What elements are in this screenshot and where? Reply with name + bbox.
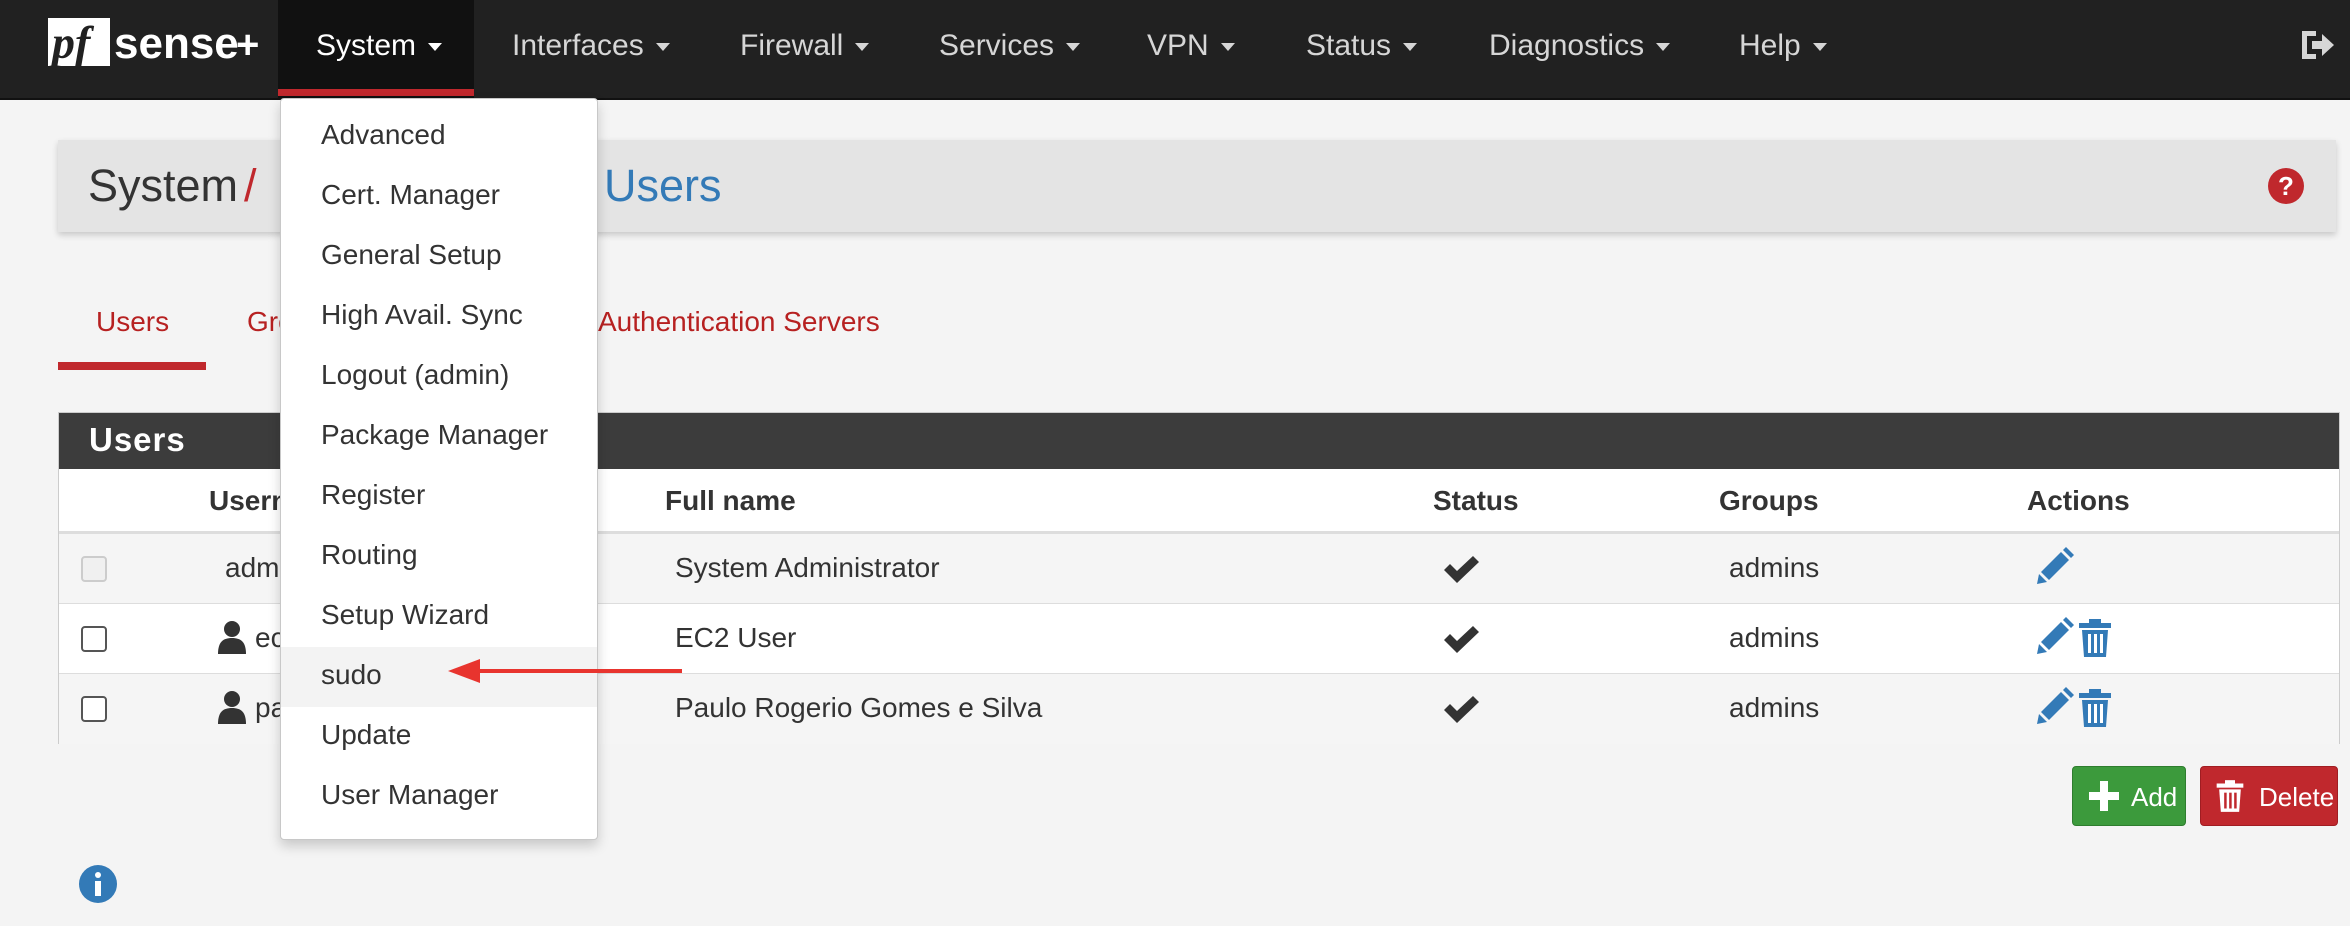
column-header-username[interactable]: Usern — [209, 485, 288, 517]
menu-item-label: Setup Wizard — [321, 599, 490, 630]
breadcrumb-system[interactable]: System — [88, 160, 238, 212]
row-select-checkbox[interactable] — [81, 626, 107, 652]
help-icon[interactable]: ? — [2266, 166, 2306, 206]
nav-interfaces-label: Interfaces — [512, 29, 644, 62]
menu-item-label: Logout (admin) — [321, 359, 510, 390]
fullname-cell: Paulo Rogerio Gomes e Silva — [675, 692, 1043, 723]
menu-item-label: Package Manager — [321, 419, 549, 450]
menu-item-advanced[interactable]: Advanced — [281, 107, 597, 167]
username-cell: adm — [225, 552, 280, 583]
annotation-arrow — [448, 659, 682, 683]
pfsense-logo[interactable]: pf sense + — [46, 14, 266, 72]
user-icon — [218, 691, 246, 724]
nav-firewall[interactable]: Firewall — [740, 0, 870, 98]
column-header-groups[interactable]: Groups — [1719, 485, 1819, 517]
top-navbar: pf sense + System Interfaces Firewall Se… — [0, 0, 2350, 100]
pencil-icon[interactable] — [2035, 616, 2075, 656]
nav-help[interactable]: Help — [1739, 0, 1827, 98]
menu-item-label: sudo — [321, 659, 382, 690]
trash-icon[interactable] — [2077, 688, 2113, 728]
nav-diagnostics[interactable]: Diagnostics — [1489, 0, 1671, 98]
checkmark-icon — [1444, 556, 1479, 583]
trash-icon — [2216, 780, 2244, 812]
menu-item-package-manager[interactable]: Package Manager — [281, 407, 597, 467]
checkmark-icon — [1444, 626, 1479, 653]
trash-icon[interactable] — [2077, 618, 2113, 658]
tab-authentication-servers[interactable]: Authentication Servers — [598, 306, 880, 338]
chevron-down-icon — [1403, 43, 1418, 52]
nav-status-label: Status — [1306, 29, 1392, 62]
delete-button-label: Delete — [2259, 782, 2335, 812]
menu-item-label: Update — [321, 719, 412, 750]
menu-item-label: General Setup — [321, 239, 502, 270]
checkmark-icon — [1444, 696, 1479, 723]
column-header-actions: Actions — [2027, 485, 2130, 516]
menu-item-label: User Manager — [321, 779, 499, 810]
nav-system-label: System — [316, 29, 417, 62]
info-icon[interactable] — [78, 864, 118, 904]
fullname-cell: System Administrator — [675, 552, 940, 583]
row-select-checkbox[interactable] — [81, 696, 107, 722]
menu-item-logout[interactable]: Logout (admin) — [281, 347, 597, 407]
plus-icon — [2089, 781, 2119, 811]
menu-item-label: Register — [321, 479, 426, 510]
menu-item-label: Advanced — [321, 119, 446, 150]
menu-item-label: Routing — [321, 539, 418, 570]
column-header-fullname[interactable]: Full name — [665, 485, 796, 517]
logout-icon[interactable] — [2298, 28, 2336, 62]
tab-users-underline — [58, 362, 206, 370]
tab-users[interactable]: Users — [96, 306, 169, 338]
add-button-label: Add — [2131, 782, 2178, 812]
row-select-checkbox — [81, 556, 107, 582]
menu-item-routing[interactable]: Routing — [281, 527, 597, 587]
svg-text:pf: pf — [48, 17, 95, 68]
add-button[interactable]: Add — [2072, 766, 2186, 826]
nav-diagnostics-label: Diagnostics — [1489, 29, 1645, 62]
chevron-down-icon — [1656, 43, 1671, 52]
fullname-cell: EC2 User — [675, 622, 797, 653]
nav-help-label: Help — [1739, 29, 1801, 62]
pencil-icon[interactable] — [2035, 686, 2075, 726]
svg-text:sense: sense — [114, 19, 239, 68]
chevron-down-icon — [1220, 43, 1235, 52]
chevron-down-icon — [428, 43, 443, 52]
nav-firewall-label: Firewall — [740, 29, 844, 62]
menu-item-setup-wizard[interactable]: Setup Wizard — [281, 587, 597, 647]
menu-item-user-manager[interactable]: User Manager — [281, 767, 597, 827]
user-icon — [218, 621, 246, 654]
breadcrumb-separator: / — [244, 160, 257, 211]
nav-services[interactable]: Services — [939, 0, 1081, 98]
column-header-status[interactable]: Status — [1433, 485, 1519, 517]
system-dropdown-menu: Advanced Cert. Manager General Setup Hig… — [280, 98, 598, 840]
menu-item-update[interactable]: Update — [281, 707, 597, 767]
menu-item-register[interactable]: Register — [281, 467, 597, 527]
chevron-down-icon — [1066, 43, 1081, 52]
nav-system[interactable]: System — [278, 0, 474, 98]
chevron-down-icon — [1812, 43, 1827, 52]
chevron-down-icon — [655, 43, 670, 52]
nav-vpn[interactable]: VPN — [1147, 0, 1235, 98]
chevron-down-icon — [855, 43, 870, 52]
menu-item-label: Cert. Manager — [321, 179, 500, 210]
svg-text:?: ? — [2278, 171, 2294, 201]
groups-cell: admins — [1729, 692, 1820, 723]
menu-item-high-avail-sync[interactable]: High Avail. Sync — [281, 287, 597, 347]
page-title[interactable]: Users — [604, 160, 722, 212]
groups-cell: admins — [1729, 552, 1820, 583]
panel-title: Users — [89, 421, 186, 458]
nav-services-label: Services — [939, 29, 1055, 62]
menu-item-cert-manager[interactable]: Cert. Manager — [281, 167, 597, 227]
nav-vpn-label: VPN — [1147, 29, 1209, 62]
svg-text:+: + — [236, 23, 259, 67]
menu-item-label: High Avail. Sync — [321, 299, 523, 330]
delete-button[interactable]: Delete — [2200, 766, 2338, 826]
groups-cell: admins — [1729, 622, 1820, 653]
pencil-icon[interactable] — [2035, 546, 2075, 586]
nav-interfaces[interactable]: Interfaces — [512, 0, 670, 98]
menu-item-general-setup[interactable]: General Setup — [281, 227, 597, 287]
nav-status[interactable]: Status — [1306, 0, 1418, 98]
